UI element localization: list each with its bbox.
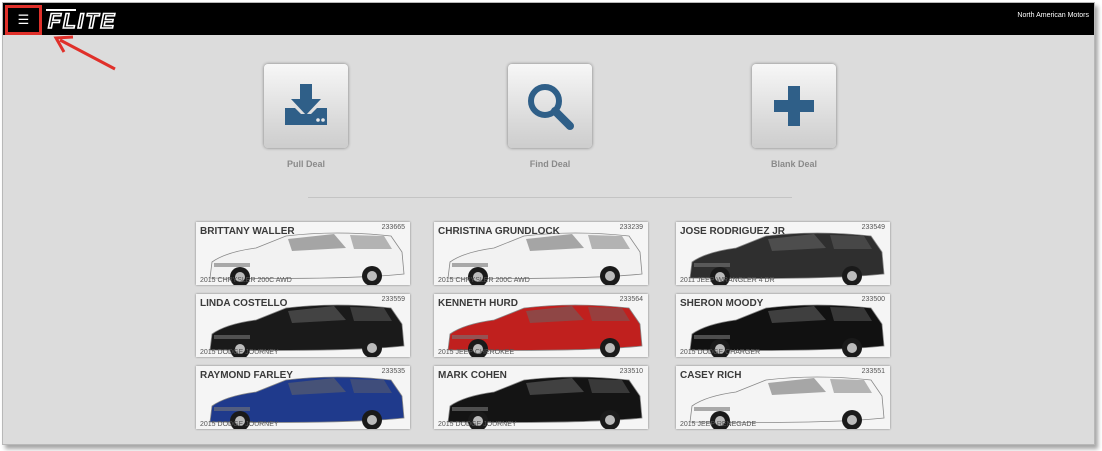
deal-number: 233564 [619, 296, 643, 303]
customer-name: SHERON MOODY [680, 298, 764, 309]
customer-name: KENNETH HURD [438, 298, 518, 309]
deal-number: 233559 [381, 296, 405, 303]
plus-icon [774, 86, 814, 126]
app-window: ☰ FLITE North American Motors Pull Deal [2, 2, 1095, 445]
find-deal-tile[interactable] [508, 64, 592, 148]
deal-card[interactable]: CASEY RICH 233551 2015 JEEP RENEGADE [676, 366, 890, 429]
vehicle-description: 2011 JEEP WRANGLER 4 DR [680, 277, 775, 284]
deal-card[interactable]: LINDA COSTELLO 233559 2015 DODGE JOURNEY [196, 294, 410, 357]
download-icon [285, 84, 327, 125]
customer-name: MARK COHEN [438, 370, 507, 381]
blank-deal-label: Blank Deal [770, 159, 818, 169]
deal-card[interactable]: JOSE RODRIGUEZ JR 233549 2011 JEEP WRANGLE… [676, 222, 890, 285]
deal-card[interactable]: CHRISTINA GRUNDLOCK 233239 2015 CHRYSLER 2… [434, 222, 648, 285]
vehicle-description: 2015 JEEP RENEGADE [680, 421, 757, 428]
find-deal-label: Find Deal [529, 159, 571, 169]
deal-card[interactable]: KENNETH HURD 233564 2015 JEEP CHEROKEE [434, 294, 648, 357]
deal-card[interactable]: RAYMOND FARLEY 233535 2015 DODGE JOURNEY [196, 366, 410, 429]
vehicle-description: 2015 DODGE CHARGER [680, 349, 761, 356]
annotation-arrow [53, 35, 116, 71]
search-icon [528, 84, 574, 130]
svg-text:FLITE: FLITE [48, 10, 116, 30]
deal-card[interactable]: BRITTANY WALLER 233665 2015 CHRYSLER 200C … [196, 222, 410, 285]
vehicle-description: 2015 DODGE JOURNEY [200, 421, 279, 428]
deal-card[interactable]: MARK COHEN 233510 2015 DODGE JOURNEY [434, 366, 648, 429]
customer-name: CASEY RICH [680, 370, 742, 381]
company-name: North American Motors [1017, 12, 1089, 19]
vehicle-description: 2015 DODGE JOURNEY [200, 349, 279, 356]
deal-number: 233551 [861, 368, 885, 375]
deal-number: 233535 [381, 368, 405, 375]
menu-button[interactable]: ☰ [5, 5, 42, 35]
blank-deal-tile[interactable] [752, 64, 836, 148]
vehicle-description: 2015 JEEP CHEROKEE [438, 349, 515, 356]
flite-logo: FLITE [46, 9, 116, 30]
customer-name: RAYMOND FARLEY [200, 370, 293, 381]
customer-name: CHRISTINA GRUNDLOCK [438, 226, 560, 237]
vehicle-description: 2015 CHRYSLER 200C AWD [438, 277, 530, 284]
deal-number: 233549 [861, 224, 885, 231]
vehicle-description: 2015 CHRYSLER 200C AWD [200, 277, 292, 284]
find-deal-button[interactable]: Find Deal [508, 64, 592, 169]
deal-number: 233239 [619, 224, 643, 231]
deal-number: 233665 [381, 224, 405, 231]
top-bar: ☰ FLITE North American Motors [3, 3, 1094, 35]
hamburger-icon: ☰ [17, 12, 30, 28]
blank-deal-button[interactable]: Blank Deal [752, 64, 836, 169]
deal-number: 233510 [619, 368, 643, 375]
customer-name: JOSE RODRIGUEZ JR [680, 226, 786, 237]
customer-name: BRITTANY WALLER [200, 226, 295, 237]
vehicle-description: 2015 DODGE JOURNEY [438, 421, 517, 428]
pull-deal-tile[interactable] [264, 64, 348, 148]
customer-name: LINDA COSTELLO [200, 298, 288, 309]
pull-deal-button[interactable]: Pull Deal [264, 64, 348, 169]
deal-card[interactable]: SHERON MOODY 233500 2015 DODGE CHARGER [676, 294, 890, 357]
deal-number: 233500 [861, 296, 885, 303]
section-divider [308, 197, 792, 198]
pull-deal-label: Pull Deal [286, 159, 325, 169]
